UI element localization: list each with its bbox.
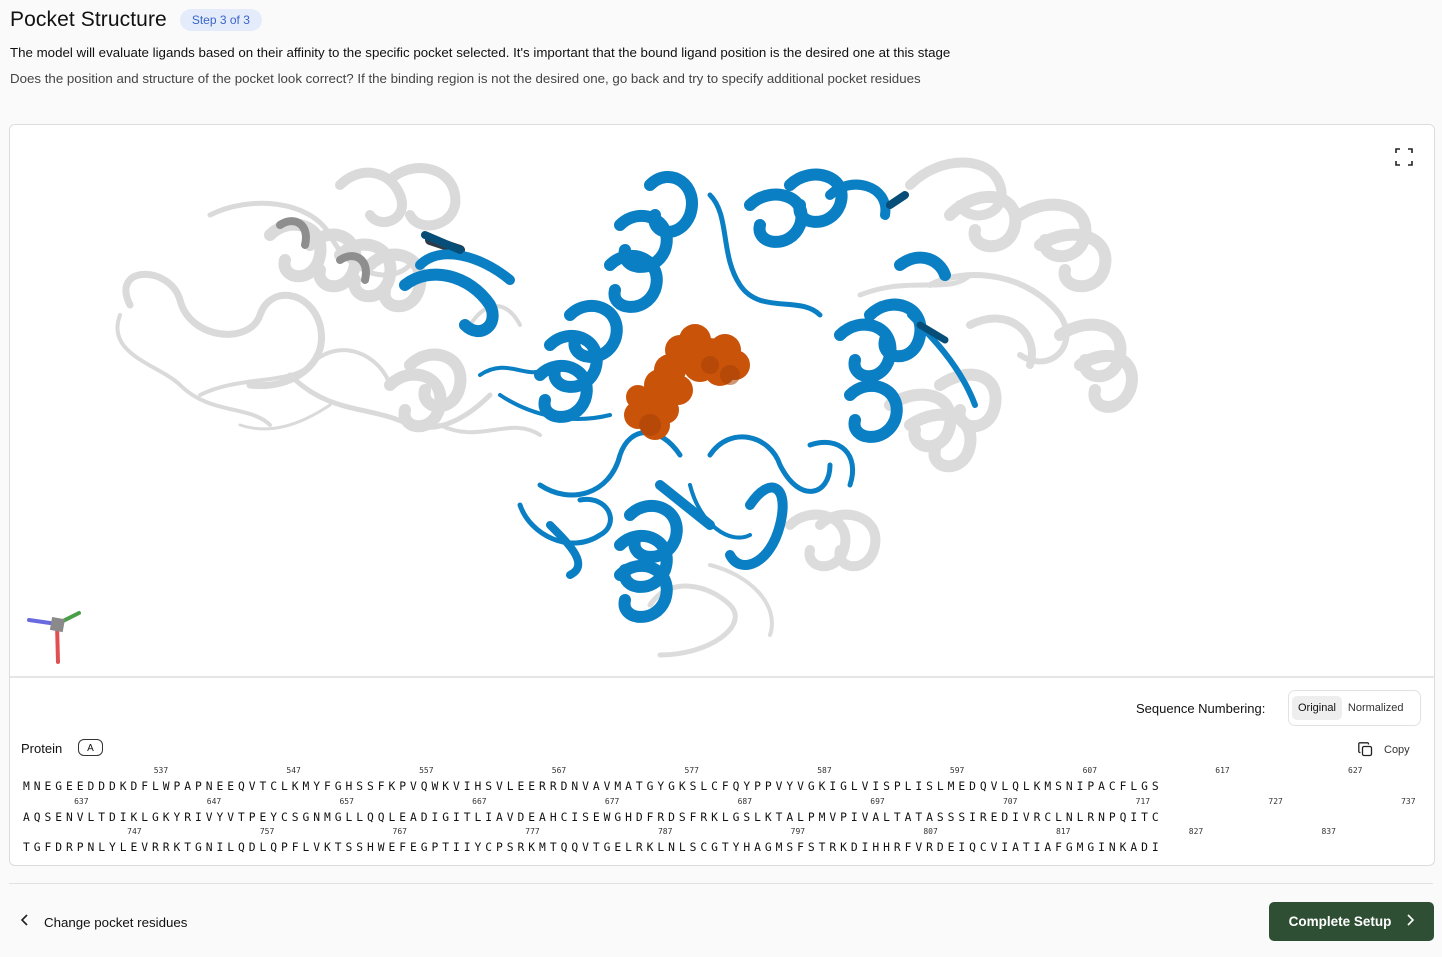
change-pocket-residues-button[interactable]: Change pocket residues [20,908,187,936]
residue-number-marker: 597 [949,766,965,775]
description-text: The model will evaluate ligands based on… [10,45,951,60]
header: Pocket Structure Step 3 of 3 [10,6,1432,34]
residue-number-marker: 657 [339,797,354,806]
back-label: Change pocket residues [44,914,188,930]
residue-number-marker: 667 [472,797,487,806]
protein-label: Protein [21,741,63,756]
chevron-left-icon [20,913,30,931]
footer-divider [9,883,1433,884]
residue-number-marker: 587 [817,766,832,775]
residue-number-marker: 717 [1135,797,1151,806]
copy-button[interactable]: Copy [1358,742,1410,757]
numbering-toggle[interactable]: Original Normalized [1288,690,1421,726]
residue-number-marker: 727 [1268,797,1283,806]
sequence-markers: 637 647 657 667 677 687 697 707 717 727 737 [23,797,1423,809]
sequence-residues[interactable]: AQSENVLTDIKLGKYRIVYVTPEYCSGNMGLLQQLEADIG… [23,811,1163,824]
residue-number-marker: 557 [419,766,434,775]
complete-setup-button[interactable]: Complete Setup [1269,902,1434,941]
residue-number-marker: 687 [737,797,753,806]
residue-number-marker: 607 [1082,766,1098,775]
sequence-residues[interactable]: MNEGEEDDDKDFLWPAPNEEQVTCLKMYFGHSSFKPVQWK… [23,780,1163,793]
question-text: Does the position and structure of the p… [10,71,921,86]
residue-number-marker: 647 [206,797,222,806]
structure-card: Sequence Numbering: Original Normalized … [9,124,1435,866]
residue-number-marker: 707 [1002,797,1018,806]
protein-structure-render[interactable] [10,125,1434,676]
residue-number-marker: 817 [1056,827,1071,836]
expand-icon[interactable] [1392,145,1416,169]
residue-number-marker: 797 [790,827,806,836]
residue-number-marker: 827 [1188,827,1204,836]
residue-number-marker: 637 [74,797,89,806]
numbering-normalized-option[interactable]: Normalized [1342,696,1410,720]
step-badge: Step 3 of 3 [179,9,262,31]
sequence-residues[interactable]: TGFDRPNLYLEVRRKTGNILQDLQPFLVKTSSHWEFEGPT… [23,841,1163,854]
chain-badge[interactable]: A [78,739,103,756]
residue-number-marker: 617 [1215,766,1230,775]
copy-icon [1358,742,1373,757]
chevron-right-icon [1406,913,1415,930]
residue-number-marker: 747 [127,827,142,836]
residue-number-marker: 677 [604,797,620,806]
sequence-numbering-label: Sequence Numbering: [1136,701,1266,716]
residue-number-marker: 837 [1321,827,1336,836]
residue-number-marker: 577 [684,766,699,775]
residue-number-marker: 787 [657,827,673,836]
copy-label: Copy [1384,743,1410,756]
residue-number-marker: 757 [259,827,275,836]
numbering-original-option[interactable]: Original [1292,696,1342,720]
complete-label: Complete Setup [1288,914,1392,929]
page-title: Pocket Structure [10,8,167,31]
residue-number-marker: 537 [153,766,169,775]
sequence-markers: 747 757 767 777 787 797 807 817 827 837 [23,827,1423,839]
residue-number-marker: 767 [392,827,407,836]
residue-number-marker: 737 [1401,797,1416,806]
molecule-viewer[interactable] [10,125,1434,678]
residue-number-marker: 697 [870,797,885,806]
residue-number-marker: 807 [923,827,938,836]
sequence-panel: Sequence Numbering: Original Normalized … [10,678,1434,865]
residue-number-marker: 547 [286,766,301,775]
residue-number-marker: 777 [525,827,540,836]
sequence-markers: 537 547 557 567 577 587 597 607 617 627 [23,766,1423,778]
residue-number-marker: 627 [1348,766,1363,775]
residue-number-marker: 567 [551,766,567,775]
axes-gizmo-icon [22,610,84,675]
